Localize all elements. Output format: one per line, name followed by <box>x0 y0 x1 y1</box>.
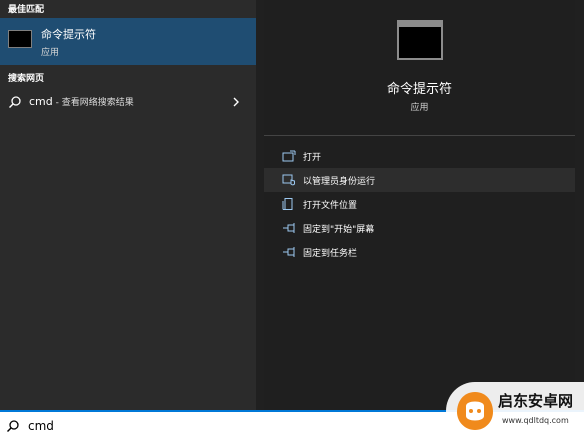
watermark-name: 启东安卓网 <box>498 392 574 410</box>
web-search-item[interactable]: cmd - 查看网络搜索结果 <box>0 90 256 114</box>
file-location-icon <box>282 198 293 210</box>
open-window-icon <box>282 150 296 162</box>
web-search-term: cmd <box>29 95 53 108</box>
preview-subtitle: 应用 <box>410 103 429 113</box>
web-search-query: cmd - 查看网络搜索结果 <box>29 95 134 108</box>
open-action[interactable]: 打开 <box>264 144 575 168</box>
run-as-admin-action[interactable]: 以管理员身份运行 <box>264 168 575 192</box>
best-match-item[interactable]: 命令提示符 应用 <box>0 18 256 65</box>
chevron-right-icon[interactable] <box>231 95 241 109</box>
search-icon <box>7 420 19 432</box>
watermark-url: www.qdltdq.com <box>502 416 569 425</box>
best-match-header: 最佳匹配 <box>8 5 45 15</box>
open-file-location-label: 打开文件位置 <box>303 201 358 211</box>
web-search-header: 搜索网页 <box>8 74 45 84</box>
command-prompt-icon <box>397 20 443 60</box>
search-icon <box>9 96 21 108</box>
divider <box>264 135 575 136</box>
run-as-admin-icon <box>282 174 295 186</box>
title-bar-decor <box>399 22 441 27</box>
open-file-location-action[interactable]: 打开文件位置 <box>264 192 575 216</box>
pin-icon <box>283 247 295 257</box>
pin-to-start-label: 固定到"开始"屏幕 <box>303 225 375 235</box>
pin-to-taskbar-label: 固定到任务栏 <box>303 249 358 259</box>
pin-to-taskbar-action[interactable]: 固定到任务栏 <box>264 240 575 264</box>
results-pane: 最佳匹配 命令提示符 应用 搜索网页 cmd - 查看网络搜索结果 <box>0 0 256 410</box>
pin-to-start-action[interactable]: 固定到"开始"屏幕 <box>264 216 575 240</box>
site-logo-icon <box>457 392 493 430</box>
site-watermark: 启东安卓网 www.qdltdq.com <box>446 382 584 440</box>
preview-title: 命令提示符 <box>386 82 452 97</box>
pin-icon <box>283 223 295 233</box>
preview-pane: 命令提示符 应用 打开 以管理员身份运行 打开文件位置 固定到"开始"屏幕 固定… <box>264 0 575 410</box>
search-input[interactable] <box>28 416 408 436</box>
web-search-suffix: - 查看网络搜索结果 <box>52 98 134 108</box>
command-prompt-icon <box>8 30 32 48</box>
open-label: 打开 <box>303 153 322 163</box>
best-match-title: 命令提示符 <box>41 28 96 41</box>
best-match-subtitle: 应用 <box>41 48 60 58</box>
run-as-admin-label: 以管理员身份运行 <box>303 177 376 187</box>
